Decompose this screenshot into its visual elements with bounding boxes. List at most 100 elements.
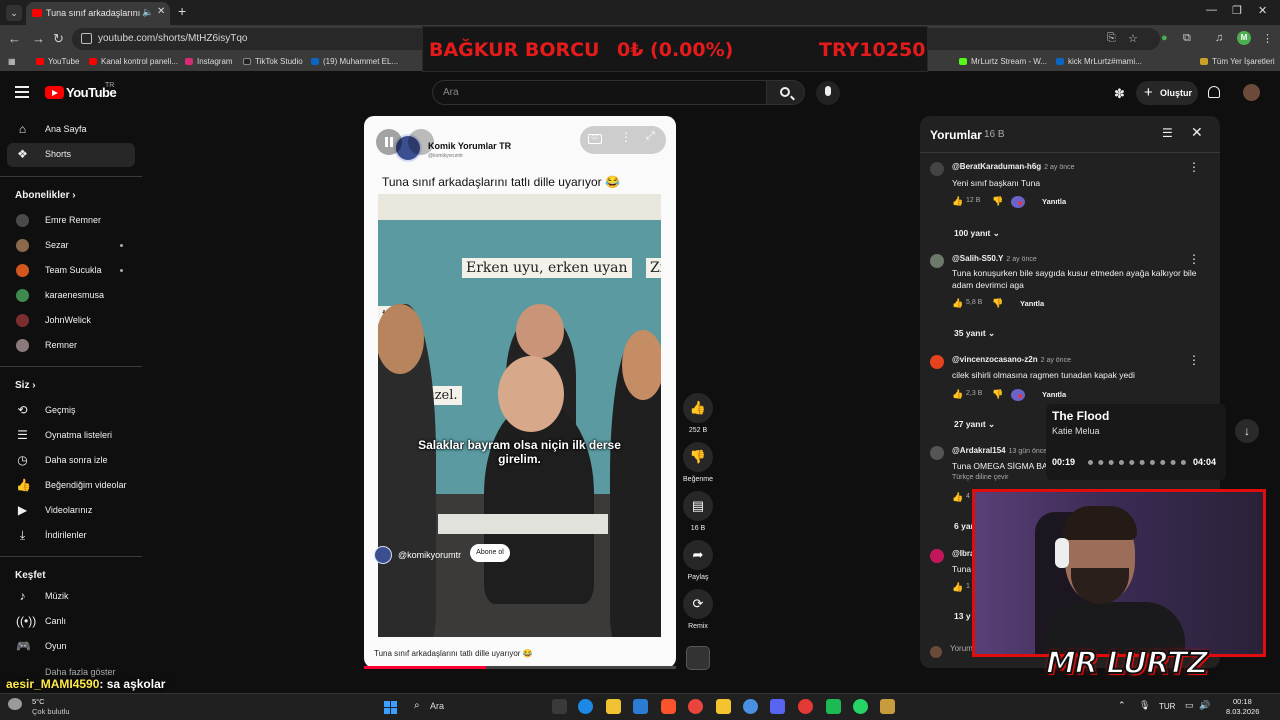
subscriptions-heading[interactable]: Abonelikler ›	[15, 190, 76, 201]
clock-date[interactable]: 8.03.2026	[1226, 707, 1259, 716]
notifications-bell-icon[interactable]	[1208, 86, 1220, 98]
back-icon[interactable]: ←	[8, 31, 21, 46]
fullscreen-icon[interactable]: ⤢	[646, 130, 655, 143]
sidebar-item-music[interactable]: ♪ Müzik	[7, 585, 135, 609]
install-app-icon[interactable]: ⎘	[1107, 32, 1116, 45]
bookmark-tiktok[interactable]: TikTok Studio	[243, 57, 303, 66]
comment-author[interactable]: @vincenzocasano-z2n 2 ay önce	[952, 355, 1071, 364]
chrome-icon[interactable]	[688, 699, 703, 714]
whatsapp-icon[interactable]	[853, 699, 868, 714]
voice-search-icon[interactable]	[816, 81, 840, 105]
sidebar-sub-remner[interactable]: Remner	[7, 334, 135, 358]
comment-like-icon[interactable]: 👍	[952, 582, 963, 593]
shorts-player[interactable]: Erken uyu, erken uyan Zi tti. güzel. Sal…	[364, 116, 676, 668]
sidebar-sub-sezar[interactable]: Sezar	[7, 234, 135, 258]
share-icon[interactable]: ➦	[683, 540, 713, 570]
sidebar-item-watch-later[interactable]: ◷ Daha sonra izle	[7, 449, 135, 473]
replies-toggle[interactable]: 100 yanıt ⌄	[954, 228, 1000, 239]
account-avatar[interactable]	[1243, 84, 1260, 101]
comment-like-icon[interactable]: 👍	[952, 389, 963, 400]
taskbar-search-icon[interactable]: ⌕	[414, 700, 420, 711]
tab-search-button[interactable]: ⌄	[6, 5, 22, 21]
streaming-app-icon[interactable]	[826, 699, 841, 714]
dislike-action[interactable]: 👎 Beğenme	[682, 442, 714, 483]
remix-action[interactable]: ⟳ Remix	[682, 589, 714, 630]
microphone-icon[interactable]: 🎙	[1139, 700, 1150, 711]
comments-action[interactable]: ▤ 16 B	[682, 491, 714, 532]
youtube-logo-icon[interactable]	[45, 86, 64, 99]
browser-tab-active[interactable]: Tuna sınıf arkadaşlarını tatlı dille uya…	[26, 2, 170, 25]
mail-icon[interactable]	[633, 699, 648, 714]
apps-grid-icon[interactable]: ▦	[8, 57, 16, 66]
comment-author[interactable]: @BeratKaraduman-h6g 2 ay önce	[952, 162, 1075, 171]
close-icon[interactable]: ✕	[1191, 124, 1203, 141]
comment-menu-icon[interactable]: ⋮	[1188, 160, 1200, 174]
discord-icon[interactable]	[770, 699, 785, 714]
sidebar-sub-emre-remner[interactable]: Emre Remner	[7, 209, 135, 233]
sidebar-item-playlists[interactable]: ☰ Oynatma listeleri	[7, 424, 135, 448]
sidebar-item-liked-videos[interactable]: 👍 Beğendiğim videolar	[7, 474, 135, 498]
captions-icon[interactable]: CC	[588, 134, 602, 144]
replies-toggle[interactable]: 35 yanıt ⌄	[954, 328, 995, 339]
weather-cloud-icon[interactable]	[8, 698, 22, 710]
video-progress-bar[interactable]	[364, 666, 676, 669]
media-player-icon[interactable]	[798, 699, 813, 714]
speaker-icon[interactable]: 🔈	[142, 7, 153, 18]
reload-icon[interactable]: ↻	[53, 31, 64, 47]
replies-toggle[interactable]: 13 y	[954, 611, 971, 621]
sidebar-item-gaming[interactable]: 🎮 Oyun	[7, 635, 135, 659]
input-language[interactable]: TUR	[1159, 702, 1175, 711]
channel-logo-small[interactable]	[374, 546, 392, 564]
sidebar-item-history[interactable]: ⟲ Geçmiş	[7, 399, 135, 423]
commenter-avatar[interactable]	[930, 446, 944, 460]
reply-button[interactable]: Yanıtla	[1042, 390, 1066, 399]
store-icon[interactable]	[606, 699, 621, 714]
network-icon[interactable]: ▭	[1185, 700, 1194, 711]
edge-icon[interactable]	[578, 699, 593, 714]
task-view-icon[interactable]	[552, 699, 567, 714]
clock-time[interactable]: 00:18	[1233, 697, 1252, 706]
file-explorer-icon[interactable]	[716, 699, 731, 714]
hamburger-menu-icon[interactable]	[15, 86, 29, 98]
extension-gear-icon[interactable]: ✽	[1114, 86, 1125, 102]
sort-icon[interactable]: ☰	[1162, 126, 1173, 140]
sidebar-item-home[interactable]: ⌂ Ana Sayfa	[7, 118, 135, 142]
comment-dislike-icon[interactable]: 👎	[992, 298, 1003, 309]
create-button[interactable]: + Oluştur	[1136, 81, 1198, 105]
bookmark-linkedin[interactable]: (19) Muhammet EL...	[311, 57, 398, 66]
extensions-puzzle-icon[interactable]: ⧉	[1183, 32, 1191, 45]
commenter-avatar[interactable]	[930, 355, 944, 369]
reply-button[interactable]: Yanıtla	[1042, 197, 1066, 206]
sidebar-sub-team-sucukla[interactable]: Team Sucukla	[7, 259, 135, 283]
commenter-avatar[interactable]	[930, 162, 944, 176]
more-options-icon[interactable]: ⋮	[620, 130, 632, 144]
bookmark-all[interactable]: Tüm Yer İşaretleri	[1200, 57, 1275, 66]
share-action[interactable]: ➦ Paylaş	[682, 540, 714, 581]
browser-menu-icon[interactable]: ⋮	[1262, 32, 1273, 45]
comment-menu-icon[interactable]: ⋮	[1188, 353, 1200, 367]
reply-button[interactable]: Yanıtla	[1020, 299, 1044, 308]
brave-icon[interactable]	[661, 699, 676, 714]
taskbar-search[interactable]: Ara	[430, 701, 444, 711]
app-gear-icon[interactable]	[743, 699, 758, 714]
profile-avatar[interactable]: M	[1237, 31, 1251, 45]
comment-author[interactable]: @Salih-S50.Y 2 ay önce	[952, 254, 1037, 263]
thumbs-up-icon[interactable]: 👍	[683, 393, 713, 423]
comment-author[interactable]: @Ardakral154 13 gün önce	[952, 446, 1047, 455]
replies-toggle[interactable]: 27 yanıt ⌄	[954, 419, 995, 430]
media-controls-icon[interactable]: ♫	[1215, 32, 1223, 44]
you-heading[interactable]: Siz ›	[15, 380, 36, 391]
bookmark-youtube[interactable]: YouTube	[36, 57, 79, 66]
weather-temp[interactable]: 5°C	[32, 697, 45, 706]
sound-icon[interactable]	[686, 646, 710, 670]
comment-dislike-icon[interactable]: 👎	[992, 196, 1003, 207]
sidebar-item-shorts[interactable]: ❖ Shorts	[7, 143, 135, 167]
comment-dislike-icon[interactable]: 👎	[992, 389, 1003, 400]
comment-like-icon[interactable]: 👍	[952, 298, 963, 309]
search-input[interactable]: Ara	[432, 80, 767, 105]
comment-like-icon[interactable]: 👍	[952, 492, 963, 503]
extension-icon[interactable]: ●	[1161, 32, 1168, 44]
volume-icon[interactable]	[408, 129, 434, 155]
commenter-avatar[interactable]	[930, 254, 944, 268]
channel-handle[interactable]: @komikyorumtr	[398, 550, 461, 560]
